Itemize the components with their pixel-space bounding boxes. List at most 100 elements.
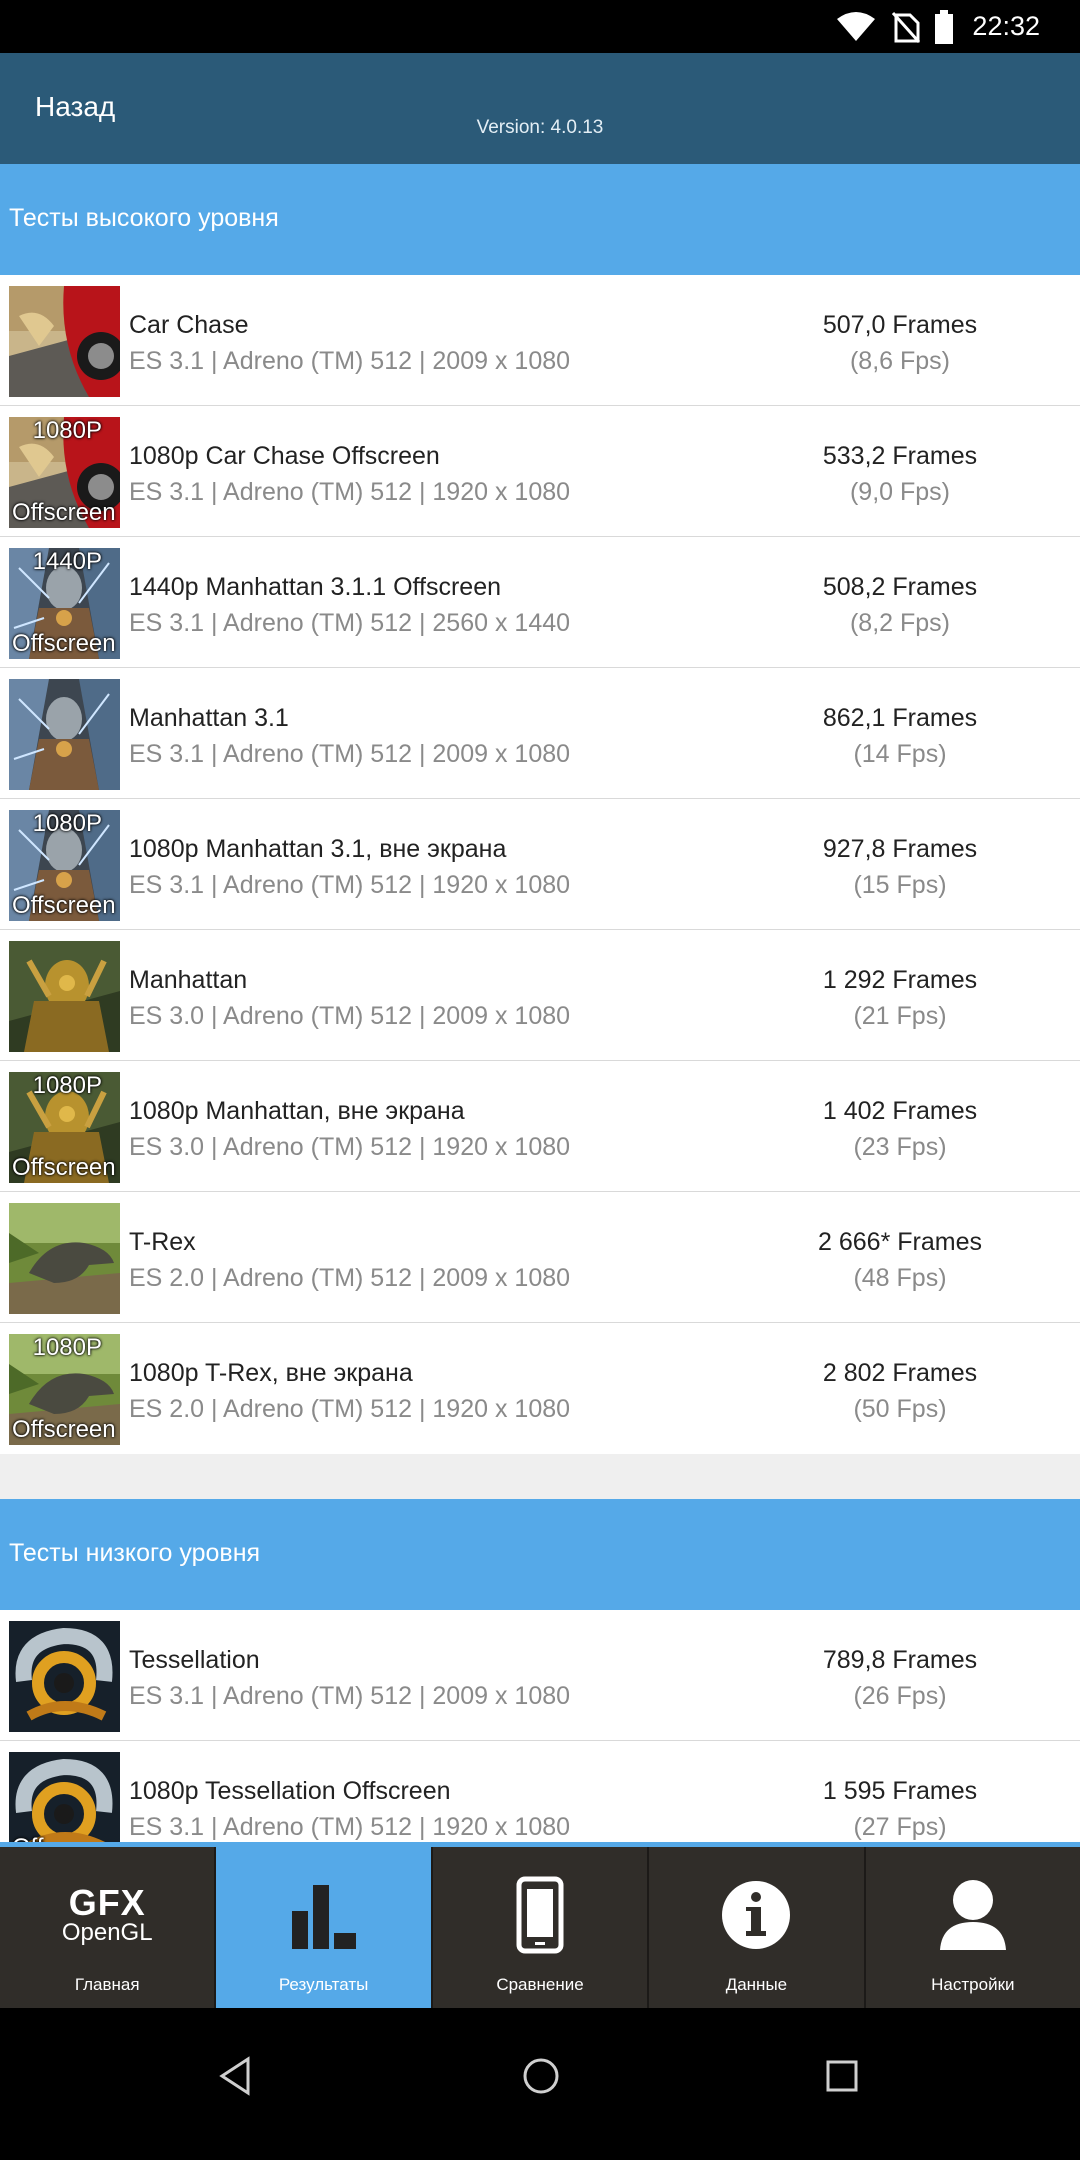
test-detail: ES 3.1 | Adreno (TM) 512 | 2009 x 1080 — [129, 740, 571, 768]
test-detail: ES 3.0 | Adreno (TM) 512 | 2009 x 1080 — [129, 1002, 571, 1030]
test-name: 1080p Tessellation Offscreen — [129, 1777, 451, 1805]
score-frames: 2 802 Frames — [822, 1359, 978, 1387]
resolution-badge: 1080P — [32, 1334, 102, 1361]
score-fps: (8,2 Fps) — [849, 609, 951, 637]
section-header: Тесты высокого уровня — [0, 164, 1080, 275]
test-name: T-Rex — [129, 1228, 196, 1256]
test-name: 1080p Manhattan, вне экрана — [129, 1097, 465, 1125]
phone-icon — [516, 1876, 564, 1954]
tab-label: Сравнение — [496, 1975, 584, 1994]
offscreen-badge: Offscreen — [12, 1154, 116, 1181]
tab-label: Результаты — [278, 1975, 369, 1994]
test-result-row[interactable]: Car Chase ES 3.1 | Adreno (TM) 512 | 2009… — [0, 275, 1080, 406]
score-frames: 927,8 Frames — [822, 835, 978, 863]
logo-opengl-text: OpenGL — [61, 1919, 153, 1946]
gfx-opengl-logo: GFX OpenGL — [0, 1875, 214, 1955]
app-header: Назад Version: 4.0.13 — [0, 53, 1080, 164]
no-sim-icon — [892, 11, 921, 43]
bottom-tab-bar: GFX OpenGL Главная Результаты Сравнение — [0, 1842, 1080, 2008]
back-icon[interactable] — [218, 2056, 252, 2096]
test-result-row[interactable]: Tessellation ES 3.1 | Adreno (TM) 512 | 2… — [0, 1610, 1080, 1741]
offscreen-badge: Offscreen — [12, 1416, 116, 1443]
test-thumbnail — [9, 1203, 120, 1314]
recents-icon[interactable] — [825, 2056, 859, 2096]
tab-home[interactable]: GFX OpenGL Главная — [0, 1847, 217, 2008]
score-fps: (21 Fps) — [853, 1002, 947, 1030]
score-fps: (26 Fps) — [853, 1682, 947, 1710]
test-thumbnail — [9, 941, 120, 1052]
test-thumbnail: 1080P Offscreen — [9, 1072, 120, 1183]
battery-icon — [935, 9, 954, 44]
offscreen-badge: Offscreen — [12, 630, 116, 657]
test-result-row[interactable]: 1080P Offscreen 1080p Car Chase Offscreen E… — [0, 406, 1080, 537]
logo-gfx-text: GFX — [68, 1882, 146, 1923]
test-result-row[interactable]: Off 1080p Tessellation Offscreen ES 3.1 | … — [0, 1741, 1080, 1842]
score-frames: 533,2 Frames — [822, 442, 978, 470]
test-thumbnail: 1080P Offscreen — [9, 810, 120, 921]
section-title: Тесты высокого уровня — [9, 204, 279, 232]
tab-label: Главная — [74, 1975, 140, 1994]
score-frames: 789,8 Frames — [822, 1646, 978, 1674]
test-result-row[interactable]: 1080P Offscreen 1080p T-Rex, вне экрана ES … — [0, 1323, 1080, 1454]
tab-results[interactable]: Результаты — [216, 1847, 433, 2008]
test-name: Manhattan — [129, 966, 248, 994]
test-detail: ES 2.0 | Adreno (TM) 512 | 2009 x 1080 — [129, 1264, 571, 1292]
test-detail: ES 3.1 | Adreno (TM) 512 | 2560 x 1440 — [129, 609, 571, 637]
test-detail: ES 3.1 | Adreno (TM) 512 | 2009 x 1080 — [129, 1682, 571, 1710]
status-bar: 22:32 — [0, 0, 1080, 53]
system-nav-bar — [0, 2008, 1080, 2160]
tab-info[interactable]: Данные — [649, 1847, 866, 2008]
test-result-row[interactable]: T-Rex ES 2.0 | Adreno (TM) 512 | 2009 x 1… — [0, 1192, 1080, 1323]
tab-settings[interactable]: Настройки — [865, 1847, 1080, 2008]
score-frames: 1 595 Frames — [822, 1777, 978, 1805]
test-thumbnail: 1440P Offscreen — [9, 548, 120, 659]
test-thumbnail: 1080P Offscreen — [9, 1334, 120, 1445]
score-fps: (14 Fps) — [853, 740, 947, 768]
test-thumbnail — [9, 1621, 120, 1732]
score-fps: (50 Fps) — [853, 1395, 947, 1423]
score-fps: (8,6 Fps) — [849, 347, 951, 375]
score-frames: 508,2 Frames — [822, 573, 978, 601]
test-thumbnail: 1080P Offscreen — [9, 417, 120, 528]
offscreen-badge: Off — [12, 1834, 44, 1842]
score-frames: 2 666* Frames — [818, 1228, 982, 1256]
test-name: 1080p T-Rex, вне экрана — [129, 1359, 413, 1387]
info-icon — [722, 1881, 791, 1949]
wifi-icon — [837, 11, 876, 41]
results-list[interactable]: Тесты высокого уровня Car Chase ES 3.1 | A… — [0, 164, 1080, 1842]
score-frames: 1 292 Frames — [822, 966, 978, 994]
test-result-row[interactable]: Manhattan ES 3.0 | Adreno (TM) 512 | 2009… — [0, 930, 1080, 1061]
score-fps: (48 Fps) — [853, 1264, 947, 1292]
test-name: Tessellation — [129, 1646, 260, 1674]
test-name: 1080p Manhattan 3.1, вне экрана — [129, 835, 507, 863]
test-name: Manhattan 3.1 — [129, 704, 289, 732]
test-list: Car Chase ES 3.1 | Adreno (TM) 512 | 2009… — [0, 275, 1080, 1454]
offscreen-badge: Offscreen — [12, 892, 116, 919]
resolution-badge: 1080P — [32, 1072, 102, 1099]
score-frames: 862,1 Frames — [822, 704, 978, 732]
test-detail: ES 3.1 | Adreno (TM) 512 | 1920 x 1080 — [129, 478, 571, 506]
resolution-badge: 1080P — [32, 417, 102, 444]
test-result-row[interactable]: Manhattan 3.1 ES 3.1 | Adreno (TM) 512 | … — [0, 668, 1080, 799]
tab-compare[interactable]: Сравнение — [432, 1847, 650, 2008]
test-detail: ES 3.0 | Adreno (TM) 512 | 1920 x 1080 — [129, 1133, 571, 1161]
offscreen-badge: Offscreen — [12, 499, 116, 526]
score-fps: (9,0 Fps) — [849, 478, 951, 506]
user-icon — [939, 1880, 1006, 1950]
test-result-row[interactable]: 1080P Offscreen 1080p Manhattan 3.1, вне э… — [0, 799, 1080, 930]
test-list: Tessellation ES 3.1 | Adreno (TM) 512 | 2… — [0, 1610, 1080, 1842]
tab-label: Данные — [725, 1975, 788, 1994]
resolution-badge: 1440P — [32, 548, 102, 575]
status-icons: 22:32 — [836, 0, 1080, 53]
score-fps: (15 Fps) — [853, 871, 947, 899]
score-fps: (23 Fps) — [853, 1133, 947, 1161]
test-detail: ES 2.0 | Adreno (TM) 512 | 1920 x 1080 — [129, 1395, 571, 1423]
home-icon[interactable] — [522, 2056, 560, 2096]
score-frames: 507,0 Frames — [822, 311, 978, 339]
section-header: Тесты низкого уровня — [0, 1499, 1080, 1610]
test-detail: ES 3.1 | Adreno (TM) 512 | 1920 x 1080 — [129, 871, 571, 899]
test-result-row[interactable]: 1080P Offscreen 1080p Manhattan, вне экран… — [0, 1061, 1080, 1192]
resolution-badge: 1080P — [32, 810, 102, 837]
tab-label: Настройки — [931, 1975, 1015, 1994]
test-result-row[interactable]: 1440P Offscreen 1440p Manhattan 3.1.1 Offs… — [0, 537, 1080, 668]
